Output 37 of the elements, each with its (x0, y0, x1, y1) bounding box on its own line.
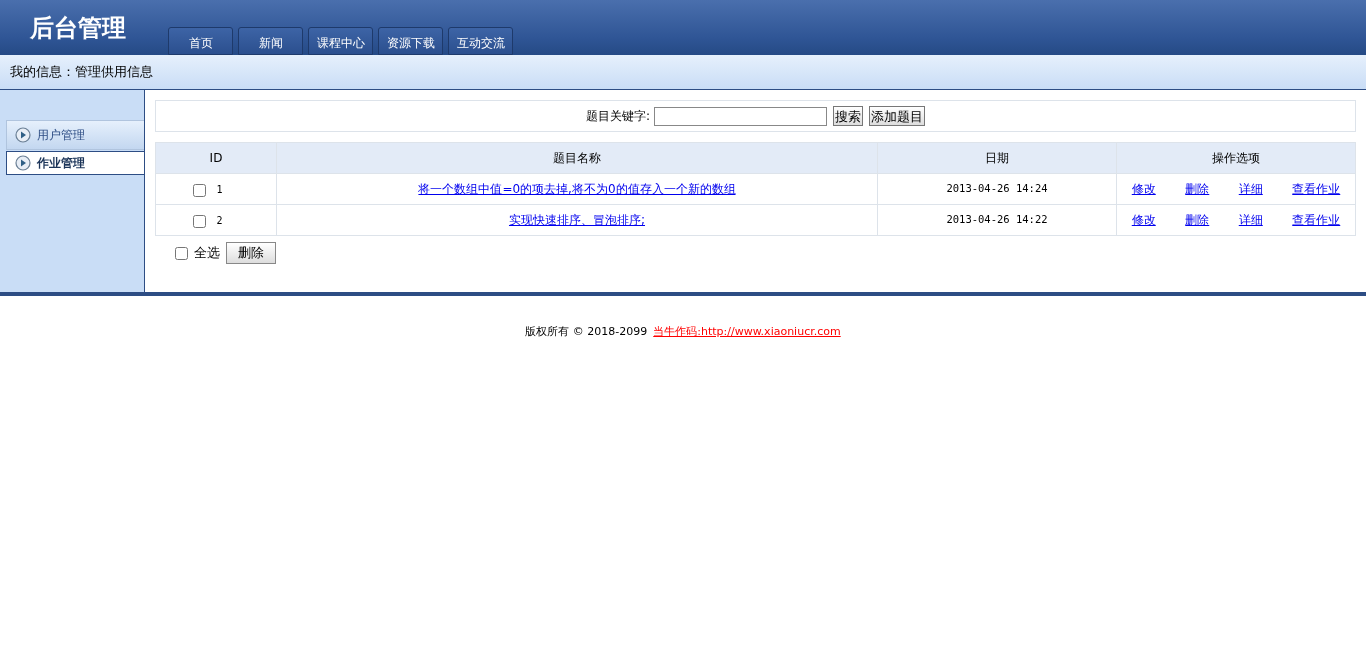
nav-tab[interactable]: 资源下载 (378, 27, 443, 55)
search-label: 题目关键字: (585, 108, 650, 125)
search-panel-button[interactable]: 搜索 (833, 106, 863, 126)
action-link[interactable]: 详细 (1238, 180, 1263, 198)
breadcrumb: 我的信息：管理供用信息 (10, 63, 153, 82)
action-link[interactable]: 修改 (1131, 211, 1156, 229)
id-cell-text: 2 (216, 213, 223, 228)
date-cell: 2013-04-26 14:24 (877, 173, 1117, 205)
column-header: 操作选项 (1116, 142, 1356, 174)
sidebar-item[interactable]: 作业管理 (6, 151, 144, 175)
nav-tab[interactable]: 首页 (168, 27, 233, 55)
delete-button[interactable]: 删除 (226, 242, 276, 264)
action-link[interactable]: 查看作业 (1292, 180, 1341, 198)
id-cell-text: 1 (216, 182, 223, 197)
action-link[interactable]: 删除 (1185, 180, 1210, 198)
column-header: 日期 (877, 142, 1117, 174)
nav-tab[interactable]: 课程中心 (308, 27, 373, 55)
action-link[interactable]: 详细 (1238, 211, 1263, 229)
sidebar-item[interactable]: 用户管理 (6, 120, 144, 150)
column-header: ID (155, 142, 277, 174)
title-link[interactable]: 实现快速排序、冒泡排序; (508, 213, 645, 227)
select-all-label: 全选 (194, 244, 220, 263)
checkbox[interactable] (193, 214, 207, 228)
action-link[interactable]: 删除 (1185, 211, 1210, 229)
copyright-text: 版权所有 © 2018-2099 (525, 324, 648, 340)
checkbox[interactable] (193, 183, 207, 197)
keyword-field[interactable] (654, 106, 827, 126)
checkbox[interactable] (175, 246, 188, 260)
footer-link[interactable]: 当牛作码:http://www.xiaoniucr.com (653, 324, 841, 341)
action-link[interactable]: 查看作业 (1292, 211, 1341, 229)
nav-tab[interactable]: 互动交流 (448, 27, 513, 55)
site-title: 后台管理 (29, 11, 127, 44)
date-cell: 2013-04-26 14:22 (877, 204, 1117, 236)
search-panel-button[interactable]: 添加题目 (869, 106, 925, 126)
action-link[interactable]: 修改 (1131, 180, 1156, 198)
column-header: 题目名称 (276, 142, 878, 174)
nav-tab[interactable]: 新闻 (238, 27, 303, 55)
